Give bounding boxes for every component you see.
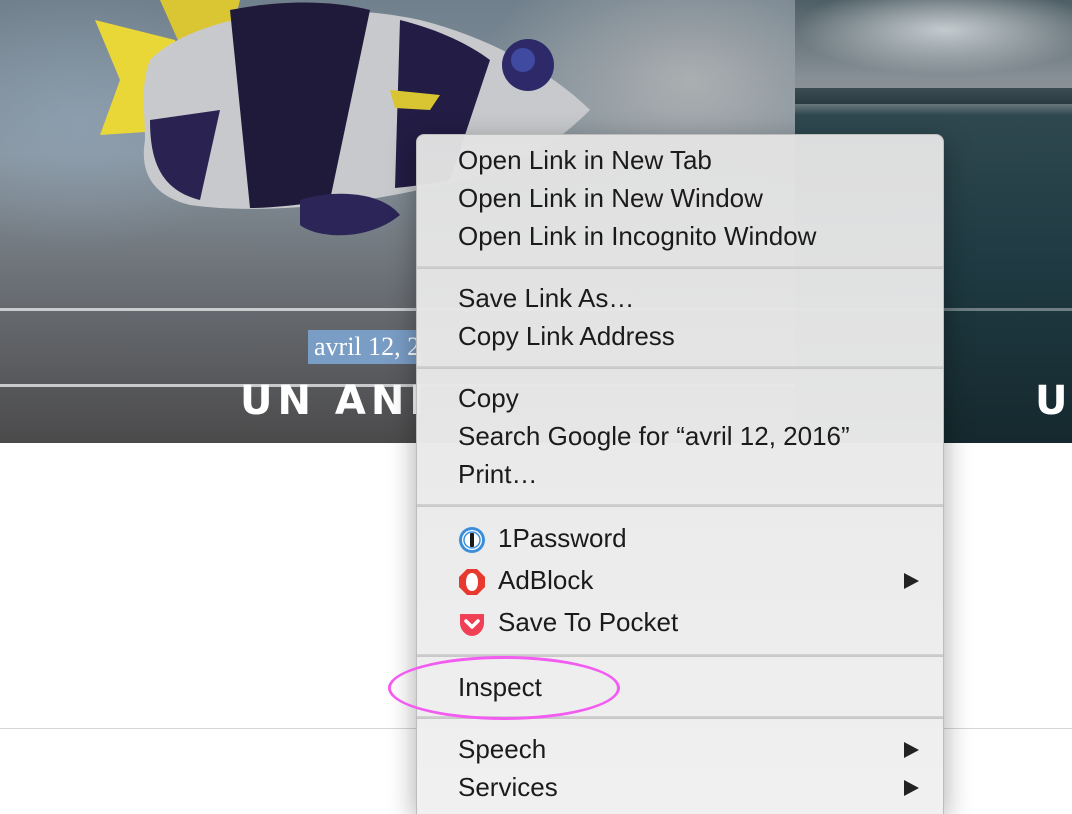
context-menu: Open Link in New Tab Open Link in New Wi… (416, 134, 944, 814)
menu-item-label: Print… (458, 459, 538, 489)
menu-item-label: Open Link in New Tab (458, 145, 712, 175)
menu-item-copy[interactable]: Copy (417, 379, 943, 417)
submenu-arrow-icon (904, 780, 919, 796)
pocket-icon (460, 614, 484, 636)
menu-item-services[interactable]: Services (417, 768, 943, 806)
menu-separator (417, 654, 943, 657)
menu-item-label: Save Link As… (458, 283, 635, 313)
menu-item-open-incognito[interactable]: Open Link in Incognito Window (417, 217, 943, 255)
menu-item-label: AdBlock (498, 565, 594, 595)
adblock-icon (459, 569, 485, 595)
menu-item-adblock[interactable]: AdBlock (417, 561, 943, 599)
menu-item-print[interactable]: Print… (417, 455, 943, 493)
menu-item-save-to-pocket[interactable]: Save To Pocket (417, 603, 943, 641)
menu-separator (417, 266, 943, 269)
menu-item-save-link-as[interactable]: Save Link As… (417, 279, 943, 317)
menu-item-label: 1Password (498, 523, 627, 553)
menu-item-1password[interactable]: 1Password (417, 519, 943, 557)
menu-item-label: Copy (458, 383, 519, 413)
article-title-right-link[interactable]: U (1035, 378, 1072, 424)
menu-item-label: Copy Link Address (458, 321, 675, 351)
menu-item-speech[interactable]: Speech (417, 730, 943, 768)
menu-separator (417, 366, 943, 369)
submenu-arrow-icon (904, 573, 919, 589)
menu-item-label: Open Link in Incognito Window (458, 221, 817, 251)
menu-item-label: Inspect (458, 672, 542, 702)
menu-item-open-new-tab[interactable]: Open Link in New Tab (417, 141, 943, 179)
submenu-arrow-icon (904, 742, 919, 758)
menu-item-open-new-window[interactable]: Open Link in New Window (417, 179, 943, 217)
menu-separator (417, 716, 943, 719)
menu-separator (417, 504, 943, 507)
menu-item-search-google[interactable]: Search Google for “avril 12, 2016” (417, 417, 943, 455)
menu-item-label: Speech (458, 734, 547, 764)
menu-item-inspect[interactable]: Inspect (417, 668, 943, 706)
article-date-selected[interactable]: avril 12, 2 (308, 330, 422, 364)
menu-item-label: Search Google for “avril 12, 2016” (458, 421, 850, 451)
menu-item-copy-link-address[interactable]: Copy Link Address (417, 317, 943, 355)
shoreline (795, 88, 1072, 104)
1password-icon (459, 527, 485, 553)
sky (795, 0, 1072, 95)
menu-item-label: Services (458, 772, 558, 802)
menu-item-label: Save To Pocket (498, 607, 679, 637)
menu-item-label: Open Link in New Window (458, 183, 763, 213)
article-title-link[interactable]: UN ANI (240, 378, 429, 424)
